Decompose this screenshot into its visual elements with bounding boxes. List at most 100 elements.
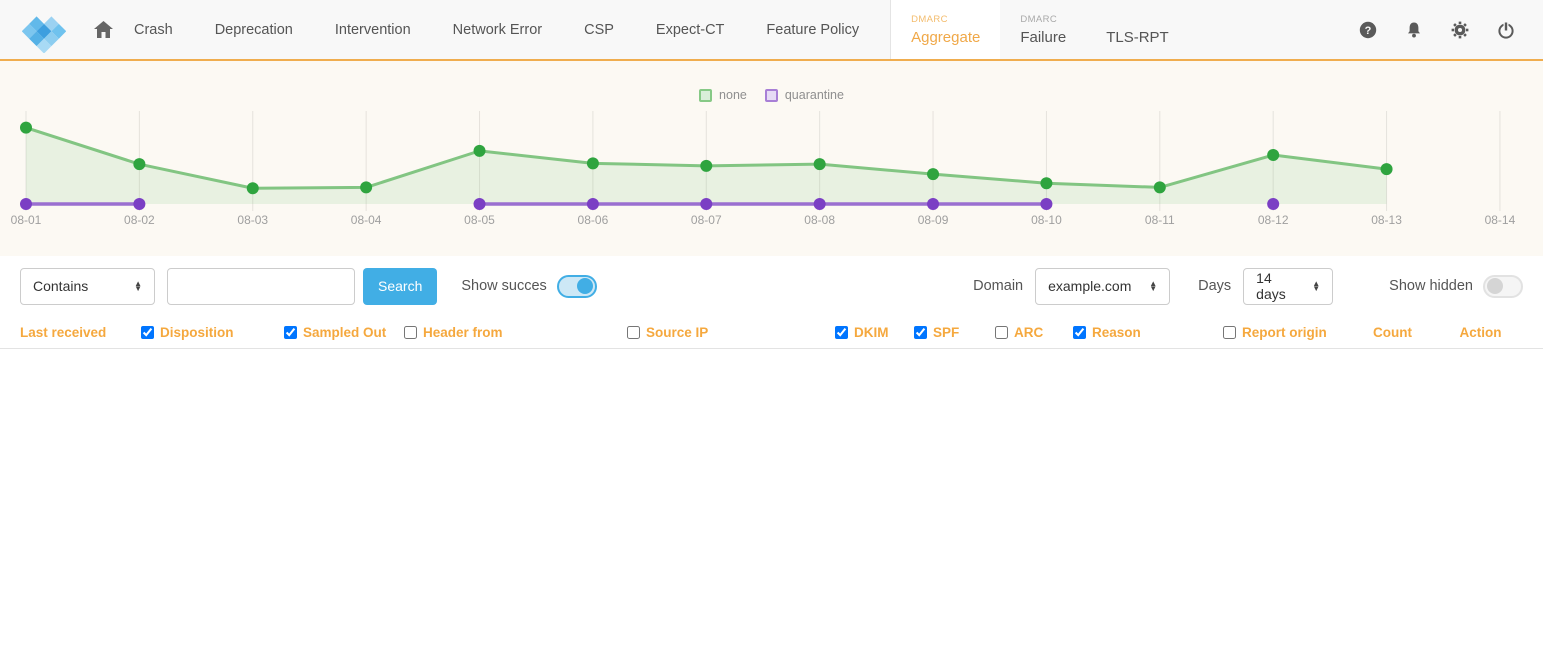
domain-select[interactable]: example.com ▲▼ <box>1035 268 1170 305</box>
chart-legend: none quarantine <box>0 88 1543 102</box>
column-label: Action <box>1460 325 1502 340</box>
column-label: Sampled Out <box>303 325 386 340</box>
nav-item-crash[interactable]: Crash <box>113 22 194 38</box>
quarantine-data-point[interactable] <box>1267 198 1279 210</box>
quarantine-data-point[interactable] <box>927 198 939 210</box>
column-checkbox-sampled_out[interactable] <box>284 326 297 339</box>
quarantine-data-point[interactable] <box>1040 198 1052 210</box>
settings-icon[interactable] <box>1451 21 1469 39</box>
tab-failure[interactable]: DMARCFailure <box>1000 0 1086 59</box>
table-header: Last received Disposition Sampled Out Heade… <box>0 316 1543 349</box>
notifications-icon[interactable] <box>1405 21 1423 39</box>
none-data-point[interactable] <box>474 145 486 157</box>
none-data-point[interactable] <box>814 158 826 170</box>
nav-item-deprecation[interactable]: Deprecation <box>194 22 314 38</box>
legend-item-none[interactable]: none <box>699 88 747 102</box>
none-data-point[interactable] <box>927 168 939 180</box>
column-label: DKIM <box>854 325 889 340</box>
x-axis-label: 08-03 <box>237 213 268 227</box>
tab-label: TLS-RPT <box>1106 29 1169 46</box>
top-navigation-bar: CrashDeprecationInterventionNetwork Erro… <box>0 0 1543 61</box>
column-checkbox-header_from[interactable] <box>404 326 417 339</box>
search-input[interactable] <box>167 268 355 305</box>
tab-label: Failure <box>1020 29 1066 46</box>
column-header-reason: Reason <box>1045 316 1193 348</box>
help-icon[interactable]: ? <box>1359 21 1377 39</box>
match-type-select[interactable]: Contains ▲▼ <box>20 268 155 305</box>
column-checkbox-source_ip[interactable] <box>627 326 640 339</box>
domain-label: Domain <box>973 278 1023 294</box>
chevron-updown-icon: ▲▼ <box>1149 281 1157 291</box>
none-data-point[interactable] <box>1267 149 1279 161</box>
quarantine-data-point[interactable] <box>587 198 599 210</box>
column-checkbox-dkim[interactable] <box>835 326 848 339</box>
none-data-point[interactable] <box>1381 163 1393 175</box>
x-axis-label: 08-02 <box>124 213 155 227</box>
nav-item-network-error[interactable]: Network Error <box>432 22 563 38</box>
column-checkbox-report_origin[interactable] <box>1223 326 1236 339</box>
none-data-point[interactable] <box>587 157 599 169</box>
quarantine-data-point[interactable] <box>700 198 712 210</box>
column-label: Header from <box>423 325 503 340</box>
nav-item-expect-ct[interactable]: Expect-CT <box>635 22 746 38</box>
column-checkbox-arc[interactable] <box>995 326 1008 339</box>
logout-icon[interactable] <box>1497 21 1515 39</box>
column-header-spf: SPF <box>885 316 965 348</box>
legend-swatch <box>699 89 712 102</box>
legend-item-quarantine[interactable]: quarantine <box>765 88 844 102</box>
show-hidden-toggle[interactable] <box>1483 275 1523 298</box>
nav-item-feature-policy[interactable]: Feature Policy <box>745 22 880 38</box>
nav-item-csp[interactable]: CSP <box>563 22 635 38</box>
none-data-point[interactable] <box>20 122 32 134</box>
chevron-updown-icon: ▲▼ <box>1312 281 1320 291</box>
toggle-knob <box>1487 278 1503 294</box>
column-label: Report origin <box>1242 325 1327 340</box>
column-header-last_received: Last received <box>0 316 125 348</box>
match-type-value: Contains <box>33 278 88 294</box>
column-label: Count <box>1373 325 1412 340</box>
days-label: Days <box>1198 278 1231 294</box>
none-data-point[interactable] <box>700 160 712 172</box>
x-axis-label: 08-08 <box>804 213 835 227</box>
column-label: Disposition <box>160 325 234 340</box>
nav-item-intervention[interactable]: Intervention <box>314 22 432 38</box>
tab-tls-rpt[interactable]: TLS-RPT <box>1086 0 1189 59</box>
nav-items: CrashDeprecationInterventionNetwork Erro… <box>113 0 880 59</box>
show-hidden-label: Show hidden <box>1389 278 1473 294</box>
column-header-dkim: DKIM <box>805 316 885 348</box>
x-axis-label: 08-04 <box>351 213 382 227</box>
dmarc-disposition-chart: 08-0108-0208-0308-0408-0508-0608-0708-08… <box>0 61 1543 256</box>
x-axis-label: 08-06 <box>578 213 609 227</box>
tab-aggregate[interactable]: DMARCAggregate <box>891 0 1000 59</box>
domain-value: example.com <box>1048 278 1131 294</box>
days-select[interactable]: 14 days ▲▼ <box>1243 268 1333 305</box>
column-label: ARC <box>1014 325 1043 340</box>
column-checkbox-disposition[interactable] <box>141 326 154 339</box>
quarantine-data-point[interactable] <box>20 198 32 210</box>
show-success-label: Show succes <box>461 278 546 294</box>
tab-super-label: DMARC <box>911 14 980 29</box>
none-data-point[interactable] <box>360 181 372 193</box>
quarantine-data-point[interactable] <box>133 198 145 210</box>
none-data-point[interactable] <box>133 158 145 170</box>
app-logo-icon[interactable] <box>22 7 66 53</box>
column-checkbox-spf[interactable] <box>914 326 927 339</box>
column-header-action: Action <box>1418 316 1543 348</box>
quarantine-data-point[interactable] <box>814 198 826 210</box>
x-axis-label: 08-11 <box>1145 213 1175 227</box>
show-success-toggle[interactable] <box>557 275 597 298</box>
none-data-point[interactable] <box>247 182 259 194</box>
home-icon[interactable] <box>94 21 113 38</box>
none-data-point[interactable] <box>1154 181 1166 193</box>
search-button[interactable]: Search <box>363 268 437 305</box>
x-axis-label: 08-10 <box>1031 213 1062 227</box>
quarantine-data-point[interactable] <box>474 198 486 210</box>
column-header-arc: ARC <box>965 316 1045 348</box>
dmarc-tabs: DMARCAggregateDMARCFailureTLS-RPT <box>891 0 1189 59</box>
top-icons: ? <box>1359 0 1515 59</box>
x-axis-label: 08-05 <box>464 213 495 227</box>
column-label: Source IP <box>646 325 708 340</box>
column-header-report_origin: Report origin <box>1193 316 1353 348</box>
column-checkbox-reason[interactable] <box>1073 326 1086 339</box>
none-data-point[interactable] <box>1040 177 1052 189</box>
